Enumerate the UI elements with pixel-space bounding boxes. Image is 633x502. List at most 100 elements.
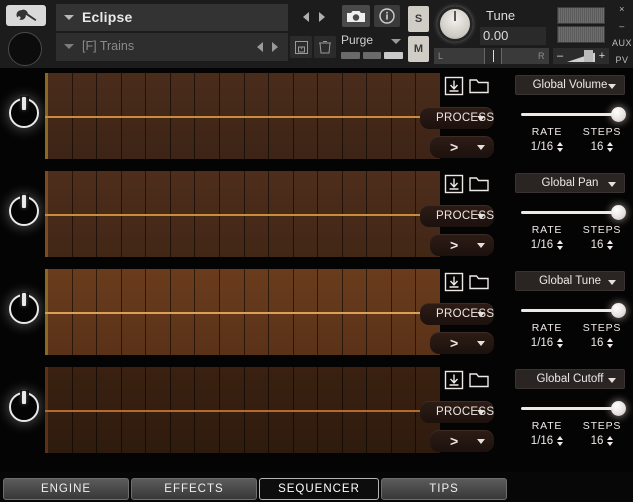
- download-icon[interactable]: [443, 174, 465, 194]
- tab-engine[interactable]: ENGINE: [3, 478, 129, 500]
- rate-stepper[interactable]: [557, 142, 564, 152]
- purge-bar: [341, 52, 360, 59]
- volume-increase-button[interactable]: +: [595, 50, 609, 62]
- tune-label: Tune: [486, 8, 516, 23]
- sequencer-grid[interactable]: [45, 73, 440, 159]
- tune-knob[interactable]: [437, 6, 473, 42]
- process-chevron-down-icon[interactable]: [477, 312, 485, 317]
- tab-sequencer[interactable]: SEQUENCER: [259, 478, 379, 500]
- play-chevron-down-icon[interactable]: [477, 243, 485, 248]
- process-dropdown[interactable]: PROCESS: [420, 205, 494, 227]
- pan-center-handle[interactable]: [484, 48, 502, 64]
- play-dropdown[interactable]: >: [430, 136, 494, 158]
- target-chevron-down-icon[interactable]: [608, 84, 616, 89]
- rate-value: 1/16: [530, 337, 554, 349]
- amount-slider-handle[interactable]: [610, 205, 626, 220]
- process-chevron-down-icon[interactable]: [477, 410, 485, 415]
- amount-slider-track: [521, 309, 625, 312]
- folder-icon[interactable]: [468, 370, 490, 390]
- purge-dropdown[interactable]: Purge: [341, 32, 401, 50]
- preset-name-panel[interactable]: [F] Trains: [56, 33, 288, 61]
- volume-handle[interactable]: [584, 50, 593, 62]
- sequencer-grid[interactable]: [45, 269, 440, 355]
- play-chevron-down-icon[interactable]: [477, 439, 485, 444]
- folder-icon[interactable]: [468, 272, 490, 292]
- volume-slider[interactable]: – +: [553, 48, 609, 64]
- sequencer-grid[interactable]: [45, 171, 440, 257]
- amount-slider[interactable]: [521, 401, 626, 416]
- minimize-icon[interactable]: –: [611, 21, 633, 31]
- play-dropdown[interactable]: >: [430, 430, 494, 452]
- volume-decrease-button[interactable]: –: [553, 50, 567, 62]
- amount-slider[interactable]: [521, 303, 626, 318]
- info-icon[interactable]: [374, 5, 400, 27]
- tab-tips[interactable]: TIPS: [381, 478, 507, 500]
- mute-button[interactable]: M: [408, 36, 429, 62]
- preset-chevron-down-icon[interactable]: [64, 44, 74, 49]
- play-label: >: [450, 237, 459, 253]
- process-dropdown[interactable]: PROCESS: [420, 107, 494, 129]
- trash-icon[interactable]: [314, 36, 336, 58]
- modulation-target-dropdown[interactable]: Global Cutoff: [515, 369, 625, 389]
- target-chevron-down-icon[interactable]: [608, 378, 616, 383]
- row-power-button[interactable]: [9, 390, 39, 422]
- preset-prev-arrow-icon[interactable]: [257, 42, 263, 52]
- amount-slider-handle[interactable]: [610, 401, 626, 416]
- download-icon[interactable]: [443, 76, 465, 96]
- kontakt-instrument-window: Eclipse [F] Trains * Purge S M Tune 0.00…: [0, 0, 633, 502]
- sequencer-rows: PROCESS > Global Volume RATE 1/16 STEPS 16 PROC…: [0, 68, 633, 472]
- play-chevron-down-icon[interactable]: [477, 145, 485, 150]
- camera-icon[interactable]: [342, 5, 370, 27]
- volume-wedge[interactable]: [567, 48, 595, 64]
- play-label: >: [450, 335, 459, 351]
- row-power-button[interactable]: [9, 96, 39, 128]
- tab-effects[interactable]: EFFECTS: [131, 478, 257, 500]
- steps-stepper[interactable]: [607, 436, 614, 446]
- pan-left-label: L: [438, 51, 444, 61]
- modulation-target-dropdown[interactable]: Global Tune: [515, 271, 625, 291]
- row-power-button[interactable]: [9, 292, 39, 324]
- download-icon[interactable]: [443, 272, 465, 292]
- instrument-next-arrow-icon[interactable]: [319, 12, 325, 22]
- solo-button[interactable]: S: [408, 6, 429, 32]
- process-dropdown[interactable]: PROCESS: [420, 303, 494, 325]
- instrument-prev-arrow-icon[interactable]: [303, 12, 309, 22]
- kontakt-header-bar: Eclipse [F] Trains * Purge S M Tune 0.00…: [0, 0, 633, 68]
- wrench-icon[interactable]: [6, 5, 46, 26]
- aux-button[interactable]: AUX: [611, 38, 633, 48]
- steps-stepper[interactable]: [607, 142, 614, 152]
- folder-icon[interactable]: [468, 174, 490, 194]
- floppy-disk-icon[interactable]: *: [290, 36, 312, 58]
- process-dropdown[interactable]: PROCESS: [420, 401, 494, 423]
- amount-slider[interactable]: [521, 107, 626, 122]
- rate-stepper[interactable]: [557, 338, 564, 348]
- rate-stepper[interactable]: [557, 436, 564, 446]
- master-knob[interactable]: [8, 32, 42, 66]
- play-dropdown[interactable]: >: [430, 332, 494, 354]
- target-chevron-down-icon[interactable]: [608, 182, 616, 187]
- instrument-name-panel[interactable]: Eclipse: [56, 4, 288, 31]
- download-icon[interactable]: [443, 370, 465, 390]
- preset-next-arrow-icon[interactable]: [272, 42, 278, 52]
- steps-stepper[interactable]: [607, 240, 614, 250]
- play-dropdown[interactable]: >: [430, 234, 494, 256]
- row-power-button[interactable]: [9, 194, 39, 226]
- rate-stepper[interactable]: [557, 240, 564, 250]
- process-chevron-down-icon[interactable]: [477, 214, 485, 219]
- amount-slider-handle[interactable]: [610, 303, 626, 318]
- folder-icon[interactable]: [468, 76, 490, 96]
- sequencer-grid[interactable]: [45, 367, 440, 453]
- amount-slider[interactable]: [521, 205, 626, 220]
- purge-chevron-down-icon[interactable]: [391, 39, 401, 44]
- close-icon[interactable]: ×: [611, 4, 633, 14]
- chevron-down-icon[interactable]: [64, 15, 74, 20]
- steps-stepper[interactable]: [607, 338, 614, 348]
- process-chevron-down-icon[interactable]: [477, 116, 485, 121]
- window-rail-controls: × – AUX PV: [611, 4, 633, 72]
- target-chevron-down-icon[interactable]: [608, 280, 616, 285]
- pv-button[interactable]: PV: [611, 55, 633, 65]
- modulation-target-dropdown[interactable]: Global Volume: [515, 75, 625, 95]
- play-chevron-down-icon[interactable]: [477, 341, 485, 346]
- amount-slider-handle[interactable]: [610, 107, 626, 122]
- modulation-target-dropdown[interactable]: Global Pan: [515, 173, 625, 193]
